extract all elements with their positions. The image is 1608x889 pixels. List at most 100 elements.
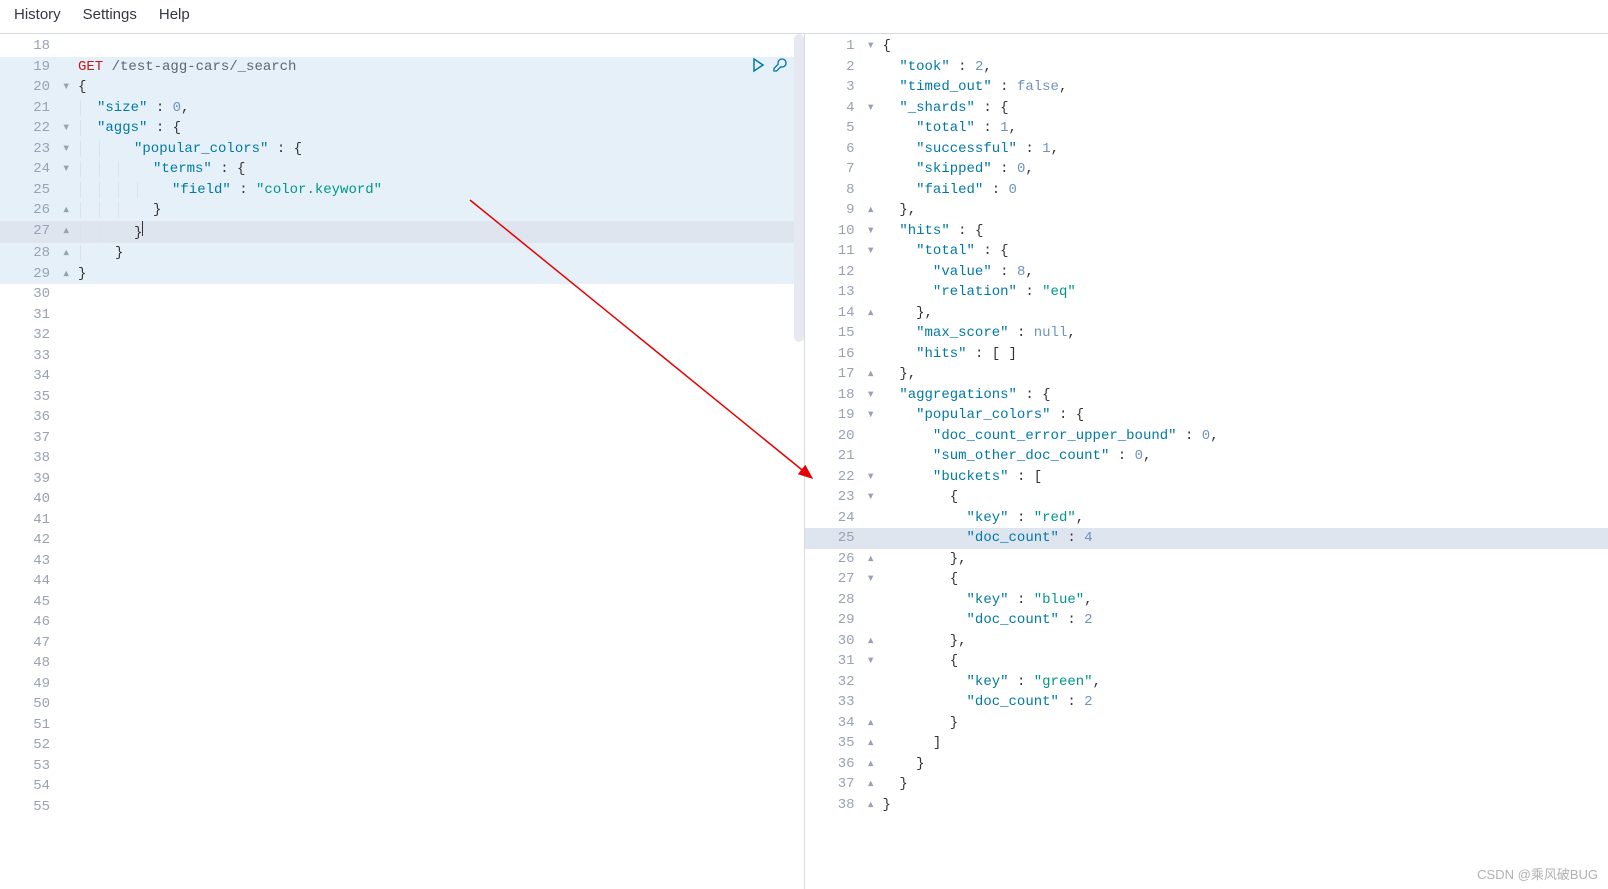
code-line[interactable]: 20▾{: [0, 77, 804, 98]
fold-toggle[interactable]: ▴: [867, 200, 881, 221]
fold-toggle[interactable]: ▾: [867, 36, 881, 57]
code-line[interactable]: 54: [0, 776, 804, 797]
scrollbar[interactable]: [794, 34, 804, 342]
code-line[interactable]: 27▾ {: [805, 569, 1608, 590]
menu-settings[interactable]: Settings: [83, 6, 137, 23]
code-line[interactable]: 18: [0, 36, 804, 57]
code-line[interactable]: 28 "key" : "blue",: [805, 590, 1608, 611]
code-line[interactable]: 26▴}: [0, 200, 804, 221]
code-line[interactable]: 41: [0, 510, 804, 531]
code-line[interactable]: 49: [0, 674, 804, 695]
code-line[interactable]: 23▾ {: [805, 487, 1608, 508]
fold-toggle[interactable]: ▴: [867, 631, 881, 652]
code-line[interactable]: 44: [0, 571, 804, 592]
code-line[interactable]: 42: [0, 530, 804, 551]
code-line[interactable]: 39: [0, 469, 804, 490]
code-line[interactable]: 32: [0, 325, 804, 346]
fold-toggle[interactable]: ▾: [867, 221, 881, 242]
code-line[interactable]: 7 "skipped" : 0,: [805, 159, 1608, 180]
code-line[interactable]: 23▾"popular_colors" : {: [0, 139, 804, 160]
code-line[interactable]: 22▾"aggs" : {: [0, 118, 804, 139]
fold-toggle[interactable]: ▴: [62, 200, 76, 221]
code-line[interactable]: 48: [0, 653, 804, 674]
fold-toggle[interactable]: ▴: [867, 774, 881, 795]
code-line[interactable]: 32 "key" : "green",: [805, 672, 1608, 693]
code-line[interactable]: 5 "total" : 1,: [805, 118, 1608, 139]
code-line[interactable]: 53: [0, 756, 804, 777]
code-line[interactable]: 24 "key" : "red",: [805, 508, 1608, 529]
code-line[interactable]: 1▾{: [805, 36, 1608, 57]
fold-toggle[interactable]: ▴: [62, 221, 76, 242]
code-line[interactable]: 37: [0, 428, 804, 449]
fold-toggle[interactable]: ▾: [867, 651, 881, 672]
code-line[interactable]: 36▴ }: [805, 754, 1608, 775]
code-line[interactable]: 20 "doc_count_error_upper_bound" : 0,: [805, 426, 1608, 447]
wrench-icon[interactable]: [772, 57, 788, 73]
code-line[interactable]: 55: [0, 797, 804, 818]
code-line[interactable]: 47: [0, 633, 804, 654]
fold-toggle[interactable]: ▾: [867, 385, 881, 406]
code-line[interactable]: 26▴ },: [805, 549, 1608, 570]
code-line[interactable]: 30▴ },: [805, 631, 1608, 652]
fold-toggle[interactable]: ▴: [867, 733, 881, 754]
code-line[interactable]: 25 "doc_count" : 4: [805, 528, 1608, 549]
fold-toggle[interactable]: ▾: [62, 77, 76, 98]
code-line[interactable]: 30: [0, 284, 804, 305]
code-line[interactable]: 10▾ "hits" : {: [805, 221, 1608, 242]
code-line[interactable]: 52: [0, 735, 804, 756]
code-line[interactable]: 21 "sum_other_doc_count" : 0,: [805, 446, 1608, 467]
fold-toggle[interactable]: ▾: [867, 405, 881, 426]
code-line[interactable]: 19▾ "popular_colors" : {: [805, 405, 1608, 426]
code-line[interactable]: 34▴ }: [805, 713, 1608, 734]
fold-toggle[interactable]: ▾: [867, 98, 881, 119]
code-line[interactable]: 29 "doc_count" : 2: [805, 610, 1608, 631]
code-line[interactable]: 33 "doc_count" : 2: [805, 692, 1608, 713]
fold-toggle[interactable]: ▴: [867, 549, 881, 570]
code-line[interactable]: 45: [0, 592, 804, 613]
code-line[interactable]: 46: [0, 612, 804, 633]
code-line[interactable]: 4▾ "_shards" : {: [805, 98, 1608, 119]
code-line[interactable]: 34: [0, 366, 804, 387]
fold-toggle[interactable]: ▴: [867, 713, 881, 734]
code-line[interactable]: 16 "hits" : [ ]: [805, 344, 1608, 365]
fold-toggle[interactable]: ▾: [867, 487, 881, 508]
code-line[interactable]: 31: [0, 305, 804, 326]
menu-history[interactable]: History: [14, 6, 61, 23]
code-line[interactable]: 15 "max_score" : null,: [805, 323, 1608, 344]
code-line[interactable]: 18▾ "aggregations" : {: [805, 385, 1608, 406]
play-icon[interactable]: [750, 57, 766, 73]
code-line[interactable]: 3 "timed_out" : false,: [805, 77, 1608, 98]
code-line[interactable]: 35▴ ]: [805, 733, 1608, 754]
code-line[interactable]: 17▴ },: [805, 364, 1608, 385]
code-line[interactable]: 11▾ "total" : {: [805, 241, 1608, 262]
fold-toggle[interactable]: ▾: [62, 159, 76, 180]
code-line[interactable]: 12 "value" : 8,: [805, 262, 1608, 283]
request-editor[interactable]: 1819GET /test-agg-cars/_search20▾{21"siz…: [0, 34, 804, 817]
code-line[interactable]: 33: [0, 346, 804, 367]
code-line[interactable]: 8 "failed" : 0: [805, 180, 1608, 201]
code-line[interactable]: 40: [0, 489, 804, 510]
code-line[interactable]: 38: [0, 448, 804, 469]
menu-help[interactable]: Help: [159, 6, 190, 23]
code-line[interactable]: 9▴ },: [805, 200, 1608, 221]
code-line[interactable]: 43: [0, 551, 804, 572]
code-line[interactable]: 27▴}: [0, 221, 804, 244]
fold-toggle[interactable]: ▴: [867, 754, 881, 775]
code-line[interactable]: 25"field" : "color.keyword": [0, 180, 804, 201]
response-editor[interactable]: 1▾{2 "took" : 2,3 "timed_out" : false,4▾…: [805, 34, 1608, 815]
fold-toggle[interactable]: ▾: [867, 467, 881, 488]
fold-toggle[interactable]: ▾: [62, 118, 76, 139]
code-line[interactable]: 51: [0, 715, 804, 736]
fold-toggle[interactable]: ▴: [867, 364, 881, 385]
fold-toggle[interactable]: ▾: [62, 139, 76, 160]
fold-toggle[interactable]: ▴: [867, 795, 881, 816]
code-line[interactable]: 19GET /test-agg-cars/_search: [0, 57, 804, 78]
code-line[interactable]: 13 "relation" : "eq": [805, 282, 1608, 303]
code-line[interactable]: 14▴ },: [805, 303, 1608, 324]
code-line[interactable]: 36: [0, 407, 804, 428]
code-line[interactable]: 50: [0, 694, 804, 715]
code-line[interactable]: 29▴}: [0, 264, 804, 285]
code-line[interactable]: 24▾"terms" : {: [0, 159, 804, 180]
code-line[interactable]: 31▾ {: [805, 651, 1608, 672]
code-line[interactable]: 37▴ }: [805, 774, 1608, 795]
